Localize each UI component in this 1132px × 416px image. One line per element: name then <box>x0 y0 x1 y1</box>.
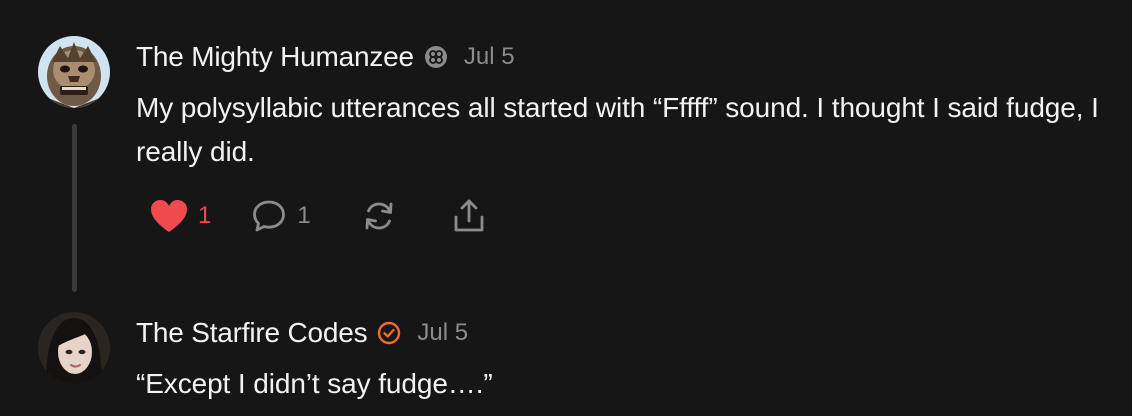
comment-date[interactable]: Jul 5 <box>417 319 468 347</box>
like-count: 1 <box>198 202 212 229</box>
author-name[interactable]: The Starfire Codes <box>136 317 368 349</box>
like-button[interactable]: 1 <box>150 199 211 233</box>
share-button[interactable] <box>451 197 487 235</box>
restack-button[interactable] <box>361 198 397 234</box>
comment-actions: 1 1 <box>150 196 487 236</box>
thread-line <box>72 124 77 292</box>
comment-header: The Starfire Codes Jul 5 <box>136 316 468 350</box>
avatar[interactable] <box>38 36 110 108</box>
comment-header: The Mighty Humanzee Jul 5 <box>136 40 515 74</box>
comment-thread: The Mighty Humanzee Jul 5 My polysyllabi… <box>0 0 1132 416</box>
share-icon <box>451 197 487 235</box>
verified-check-icon <box>377 321 401 345</box>
comment-date[interactable]: Jul 5 <box>464 43 515 71</box>
author-name[interactable]: The Mighty Humanzee <box>136 41 414 73</box>
avatar[interactable] <box>38 312 110 384</box>
comment-body: “Except I didn’t say fudge….” <box>136 368 493 399</box>
subscriber-badge-icon <box>424 45 448 69</box>
reply-button[interactable]: 1 <box>251 198 311 234</box>
comment-bubble-icon <box>251 198 287 234</box>
restack-arrows-icon <box>361 198 397 234</box>
comment-body: My polysyllabic utterances all started w… <box>136 92 1099 167</box>
heart-icon <box>150 199 188 233</box>
reply-count: 1 <box>297 202 311 229</box>
